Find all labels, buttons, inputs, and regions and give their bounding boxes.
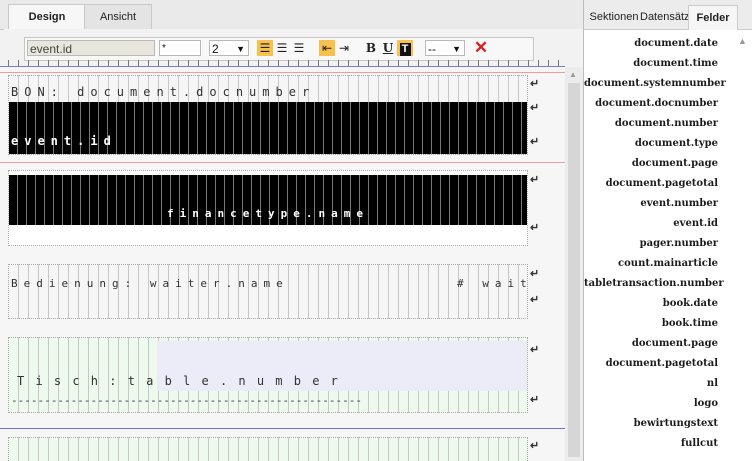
return-icon: ↵ xyxy=(530,440,540,452)
section-financetype[interactable]: financetype.name xyxy=(8,170,528,246)
design-scrollbar[interactable]: ▲ xyxy=(565,67,583,461)
inverse-text-icon[interactable]: T xyxy=(397,40,413,56)
return-icon: ↵ xyxy=(530,102,540,114)
align-center-icon[interactable]: ☰ xyxy=(274,40,290,56)
section-footer[interactable] xyxy=(8,437,528,461)
tab-datensaetze[interactable]: Datensätz xyxy=(640,5,688,29)
return-icon: ↵ xyxy=(530,136,540,148)
field-list-item[interactable]: document.type xyxy=(584,136,718,156)
delete-icon[interactable]: ✕ xyxy=(473,39,489,56)
return-icon: ↵ xyxy=(530,394,540,406)
toolbar-frame: event.id * 2 ▼ ☰ ☰ ☰ ⇤ ⇥ B U T -- ▼ ✕ xyxy=(24,37,534,61)
table-number-field[interactable]: T i s c h : t a b l e . n u m b e r xyxy=(17,374,340,388)
field-list-item[interactable]: document.pagetotal xyxy=(584,176,718,196)
dash-line-field[interactable]: ----------------------------------------… xyxy=(11,394,362,407)
field-list-item[interactable]: nl xyxy=(584,376,718,396)
font-size-select[interactable]: 2 ▼ xyxy=(209,40,249,56)
return-icon: ↵ xyxy=(530,294,540,306)
return-icon: ↵ xyxy=(530,344,540,356)
scroll-up-icon[interactable]: ▲ xyxy=(738,36,747,46)
field-list-item[interactable]: document.page xyxy=(584,156,718,176)
return-icon: ↵ xyxy=(530,78,540,90)
field-format-input[interactable]: * xyxy=(159,40,201,56)
field-list-item[interactable]: logo xyxy=(584,396,718,416)
panel-tab-bar: Sektionen Datensätz Felder xyxy=(584,0,752,30)
field-name-input[interactable]: event.id xyxy=(27,40,155,56)
financetype-band[interactable]: financetype.name xyxy=(9,175,527,225)
bon-docnumber-field[interactable]: BON: document.docnumber xyxy=(11,85,315,99)
waiter-field[interactable]: Bedienung: waiter.name xyxy=(11,277,289,290)
indent-right-icon[interactable]: ⇥ xyxy=(336,40,352,56)
tab-felder[interactable]: Felder xyxy=(688,5,738,30)
line-style-select[interactable]: -- ▼ xyxy=(425,40,465,56)
field-list-item[interactable]: document.date xyxy=(584,36,718,56)
financetype-field[interactable]: financetype.name xyxy=(167,207,369,220)
field-list-item[interactable]: book.date xyxy=(584,296,718,316)
field-list-item[interactable]: document.docnumber xyxy=(584,96,718,116)
field-list: document.date document.time document.syste… xyxy=(584,36,726,456)
section-separator xyxy=(0,72,565,73)
field-list-item[interactable]: tabletransaction.number xyxy=(584,276,724,296)
align-right-icon[interactable]: ☰ xyxy=(291,40,307,56)
chevron-down-icon: ▼ xyxy=(452,44,461,54)
align-left-icon[interactable]: ☰ xyxy=(257,40,273,56)
bold-icon[interactable]: B xyxy=(363,40,379,56)
section-table[interactable]: T i s c h : t a b l e . n u m b e r ----… xyxy=(8,337,528,413)
section-separator xyxy=(0,428,565,429)
field-list-item[interactable]: event.number xyxy=(584,196,718,216)
field-list-item[interactable]: document.systemnumber xyxy=(584,76,726,96)
chevron-down-icon: ▼ xyxy=(236,44,245,54)
editor-tab-bar: Design Ansicht xyxy=(0,0,583,30)
section-waiter[interactable]: Bedienung: waiter.name # wait xyxy=(8,264,528,319)
tab-sektionen[interactable]: Sektionen xyxy=(588,5,640,29)
return-icon: ↵ xyxy=(530,222,540,234)
return-icon: ↵ xyxy=(530,268,540,280)
field-list-item[interactable]: document.time xyxy=(584,56,718,76)
tab-design[interactable]: Design xyxy=(8,4,86,30)
line-style-value: -- xyxy=(428,42,436,56)
field-list-item[interactable]: book.time xyxy=(584,316,718,336)
section-header[interactable]: BON: document.docnumber event.id xyxy=(8,75,528,155)
field-list-item[interactable]: event.id xyxy=(584,216,718,236)
event-id-band[interactable]: event.id xyxy=(9,102,527,154)
field-list-item[interactable]: bewirtungstext xyxy=(584,416,718,436)
fields-panel: Sektionen Datensätz Felder document.date… xyxy=(584,0,752,461)
field-list-item[interactable]: document.pagetotal xyxy=(584,356,718,376)
underline-icon[interactable]: U xyxy=(380,40,396,56)
section-separator xyxy=(0,162,565,163)
scroll-thumb[interactable] xyxy=(568,83,580,457)
return-icon: ↵ xyxy=(530,174,540,186)
field-list-item[interactable]: pager.number xyxy=(584,236,718,256)
field-list-item[interactable]: document.page xyxy=(584,336,718,356)
field-list-item[interactable]: count.mainarticle xyxy=(584,256,718,276)
design-canvas[interactable]: BON: document.docnumber event.id ↵ ↵ ↵ f… xyxy=(0,67,565,461)
tab-ansicht[interactable]: Ansicht xyxy=(84,4,152,29)
font-size-value: 2 xyxy=(212,42,219,56)
scroll-up-icon[interactable]: ▲ xyxy=(569,70,577,79)
field-list-item[interactable]: document.number xyxy=(584,116,718,136)
field-list-item[interactable]: fullcut xyxy=(584,436,718,456)
wait-field[interactable]: # wait xyxy=(457,277,533,290)
indent-left-icon[interactable]: ⇤ xyxy=(319,40,335,56)
event-id-field[interactable]: event.id xyxy=(11,134,117,148)
